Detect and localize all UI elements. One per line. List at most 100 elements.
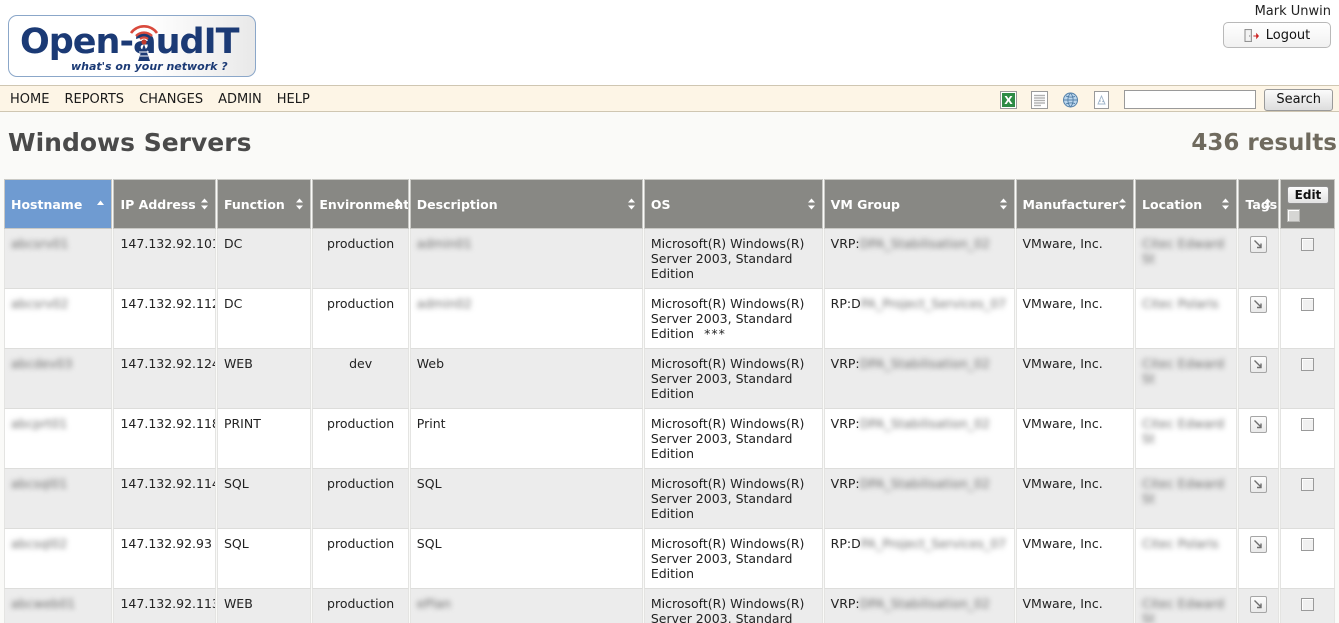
cell-os: Microsoft(R) Windows(R) Server 2003, Sta… [643, 289, 823, 349]
cell-hostname-redacted-text: abcsql02 [11, 536, 68, 551]
column-label-vm-group: VM Group [830, 196, 900, 212]
cell-ip-address: 147.132.92.113 [113, 589, 216, 623]
document-export-icon[interactable] [1031, 90, 1049, 109]
column-label-ip-address: IP Address [120, 196, 196, 212]
vm-group-redacted-text: DPA_Stabilisation_02 [859, 236, 990, 251]
cell-select [1279, 229, 1335, 289]
vm-group-prefix: RP:D [830, 296, 861, 311]
column-header-description[interactable]: Description [409, 179, 643, 229]
tag-arrow-icon [1254, 480, 1262, 489]
cell-manufacturer: VMware, Inc. [1015, 469, 1135, 529]
tag-button[interactable] [1250, 416, 1268, 433]
cell-tags [1238, 529, 1279, 589]
table-row[interactable]: abcdev03 147.132.92.124 WEB dev Web Microsoft… [4, 349, 1335, 409]
column-header-location[interactable]: Location [1135, 179, 1238, 229]
cell-ip-address: 147.132.92.118 [113, 409, 216, 469]
cell-description-redacted-text: ePlan [416, 596, 452, 611]
row-select-checkbox[interactable] [1300, 238, 1314, 251]
cell-hostname-redacted-text: abcprt01 [11, 416, 68, 431]
cell-function: DC [216, 229, 312, 289]
cell-location: Citec Edward St [1135, 229, 1238, 289]
column-header-vm-group[interactable]: VM Group [823, 179, 1015, 229]
table-row[interactable]: abcsql01 147.132.92.114 SQL production SQL Mi… [4, 469, 1335, 529]
nav-item-help[interactable]: HELP [277, 92, 310, 107]
row-select-checkbox[interactable] [1300, 478, 1314, 491]
vm-group-redacted-text: DPA_Stabilisation_02 [859, 356, 990, 371]
cell-select [1279, 349, 1335, 409]
table-row[interactable]: abcsql02 147.132.92.93 SQL production SQL Mic… [4, 529, 1335, 589]
table-row[interactable]: abcsrv01 147.132.92.101 DC production admin0… [4, 229, 1335, 289]
search-input[interactable] [1124, 90, 1257, 109]
vm-group-prefix: VRP: [830, 596, 860, 611]
cell-os: Microsoft(R) Windows(R) Server 2003, Sta… [643, 409, 823, 469]
current-user-name: Mark Unwin [1254, 4, 1331, 19]
column-header-ip-address[interactable]: IP Address [113, 179, 216, 229]
cell-location-redacted-text: Citec Edward St [1142, 356, 1225, 386]
vm-group-prefix: VRP: [830, 236, 860, 251]
cell-manufacturer: VMware, Inc. [1015, 229, 1135, 289]
app-logo[interactable]: Open-audIT what's on your network ? [8, 15, 256, 77]
results-table-container: Hostname IP Address Function Environment… [0, 179, 1339, 623]
cell-tags [1238, 589, 1279, 623]
row-select-checkbox[interactable] [1300, 298, 1314, 311]
sort-toggle-icon [393, 198, 401, 210]
cell-location-redacted-text: Citec Edward St [1142, 416, 1225, 446]
nav-item-reports[interactable]: REPORTS [64, 92, 124, 107]
tag-button[interactable] [1250, 476, 1268, 493]
cell-os: Microsoft(R) Windows(R) Server 2003, Sta… [643, 529, 823, 589]
column-header-os[interactable]: OS [643, 179, 823, 229]
tag-button[interactable] [1250, 356, 1268, 373]
page-title-row: Windows Servers 436 results [0, 112, 1339, 179]
table-row[interactable]: abcprt01 147.132.92.118 PRINT production Pri… [4, 409, 1335, 469]
sort-toggle-icon [627, 198, 635, 210]
row-select-checkbox[interactable] [1300, 418, 1314, 431]
cell-vm-group: VRP:DPA_Stabilisation_02 [823, 589, 1015, 623]
page-title: Windows Servers [8, 128, 252, 157]
cell-location: Citec Edward St [1135, 469, 1238, 529]
tag-button[interactable] [1250, 596, 1268, 613]
sort-toggle-icon [200, 198, 208, 210]
cell-vm-group: VRP:DPA_Stabilisation_02 [823, 409, 1015, 469]
column-header-hostname[interactable]: Hostname [4, 179, 113, 229]
column-header-manufacturer[interactable]: Manufacturer [1015, 179, 1135, 229]
cell-ip-address: 147.132.92.101 [113, 229, 216, 289]
table-row[interactable]: abcsrv02 147.132.92.112 DC production admin0… [4, 289, 1335, 349]
excel-export-icon[interactable]: X [1000, 90, 1018, 109]
vm-group-prefix: VRP: [830, 416, 860, 431]
logout-button[interactable]: Logout [1223, 22, 1331, 48]
column-header-function[interactable]: Function [216, 179, 312, 229]
cell-tags [1238, 229, 1279, 289]
row-select-checkbox[interactable] [1300, 598, 1314, 611]
table-row[interactable]: abcweb01 147.132.92.113 WEB production ePlan… [4, 589, 1335, 623]
nav-item-changes[interactable]: CHANGES [139, 92, 203, 107]
cell-description: SQL [409, 469, 643, 529]
cell-select [1279, 289, 1335, 349]
cell-function: DC [216, 289, 312, 349]
select-all-checkbox[interactable] [1286, 209, 1300, 222]
vm-group-redacted-text: DPA_Stabilisation_02 [859, 476, 990, 491]
tag-button[interactable] [1250, 296, 1268, 313]
nav-item-admin[interactable]: ADMIN [218, 92, 262, 107]
cell-select [1279, 469, 1335, 529]
cell-location-redacted-text: Citec Polaris [1142, 296, 1219, 311]
tag-button[interactable] [1250, 236, 1268, 253]
column-header-environment[interactable]: Environment [312, 179, 409, 229]
cell-os: Microsoft(R) Windows(R) Server 2003, Sta… [643, 589, 823, 623]
edit-button[interactable]: Edit [1286, 186, 1330, 204]
row-select-checkbox[interactable] [1300, 358, 1314, 371]
nav-item-home[interactable]: HOME [10, 92, 49, 107]
cell-ip-address: 147.132.92.124 [113, 349, 216, 409]
globe-web-icon[interactable] [1062, 91, 1079, 109]
tag-button[interactable] [1250, 536, 1268, 553]
search-button[interactable]: Search [1264, 88, 1333, 111]
cell-environment: production [312, 229, 409, 289]
row-select-checkbox[interactable] [1300, 538, 1314, 551]
cell-hostname-redacted-text: abcsql01 [11, 476, 68, 491]
cell-description: Web [409, 349, 643, 409]
tag-arrow-icon [1254, 360, 1262, 369]
tag-arrow-icon [1254, 420, 1262, 429]
column-header-tags[interactable]: Tags [1238, 179, 1279, 229]
vm-group-redacted-text: DPA_Stabilisation_02 [859, 596, 990, 611]
pdf-export-icon[interactable] [1093, 90, 1110, 109]
vm-group-redacted-text: DPA_Stabilisation_02 [859, 416, 990, 431]
